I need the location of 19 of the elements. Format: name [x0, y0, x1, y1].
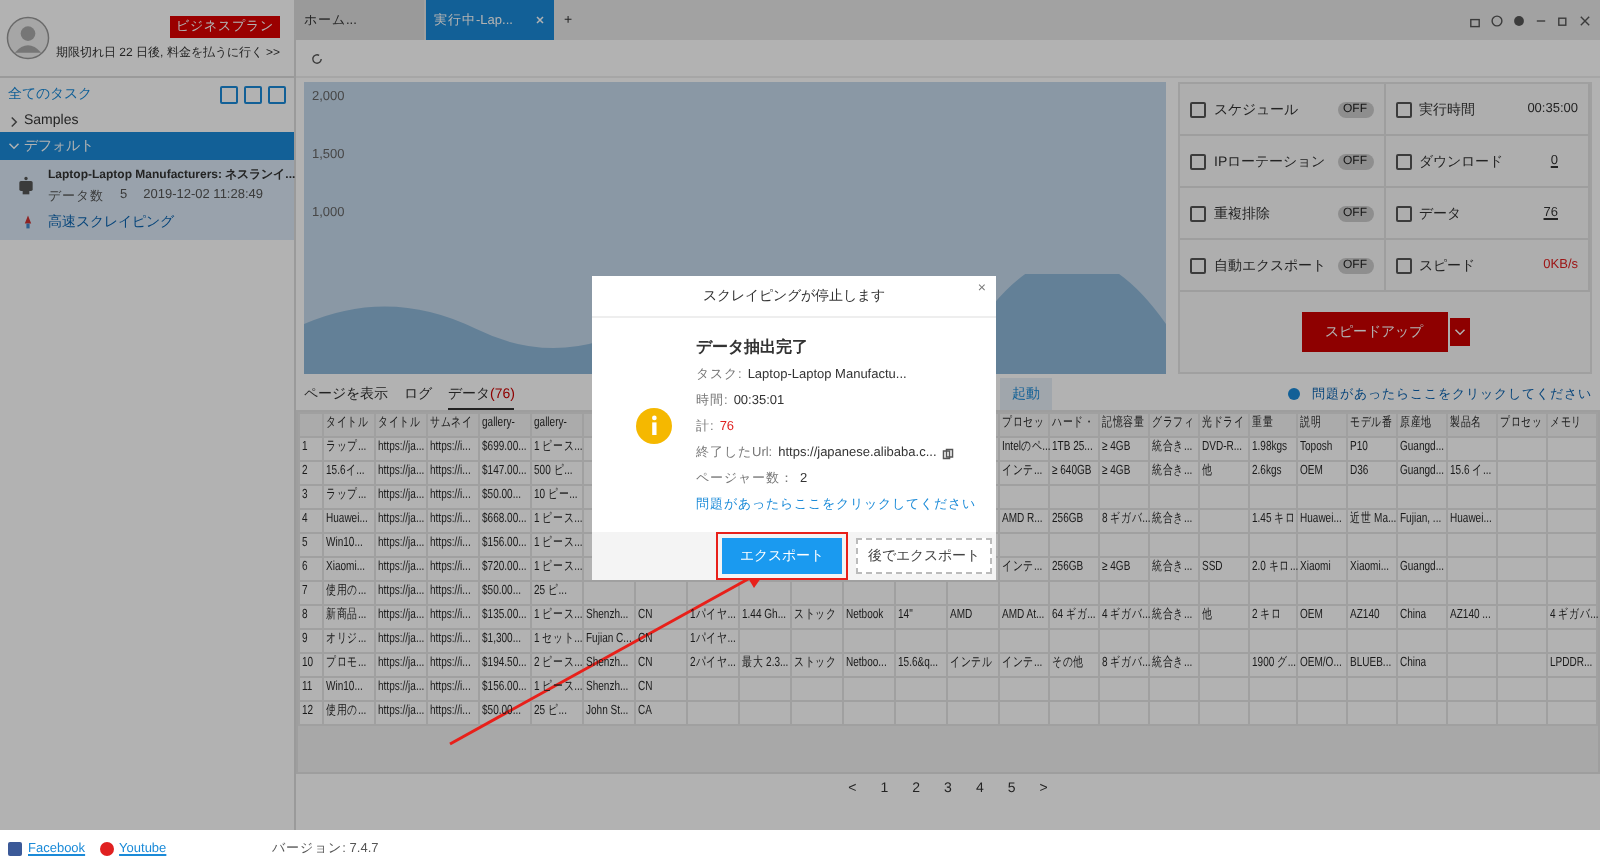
- stat-icon: [1395, 101, 1411, 117]
- stat-icon: [1395, 153, 1411, 169]
- chevron-icon[interactable]: [8, 115, 20, 127]
- stat-icon: [1395, 257, 1411, 273]
- copy-icon[interactable]: [942, 447, 955, 459]
- close-icon[interactable]: [1578, 13, 1592, 27]
- restore-icon[interactable]: [1556, 13, 1570, 27]
- stat-icon: [1190, 153, 1206, 169]
- stat-icon: [1190, 205, 1206, 221]
- caret-icon[interactable]: [1449, 318, 1469, 346]
- stat-icon: [1190, 257, 1206, 273]
- dialog-heading: データ抽出完了: [696, 336, 810, 358]
- robot-icon: [16, 176, 36, 196]
- refresh-icon[interactable]: [310, 51, 324, 65]
- stat-icon: [1190, 101, 1206, 117]
- avatar-icon: [6, 16, 50, 60]
- info-icon: [636, 407, 672, 443]
- stat-icon: [1395, 205, 1411, 221]
- rocket-icon: [20, 214, 36, 230]
